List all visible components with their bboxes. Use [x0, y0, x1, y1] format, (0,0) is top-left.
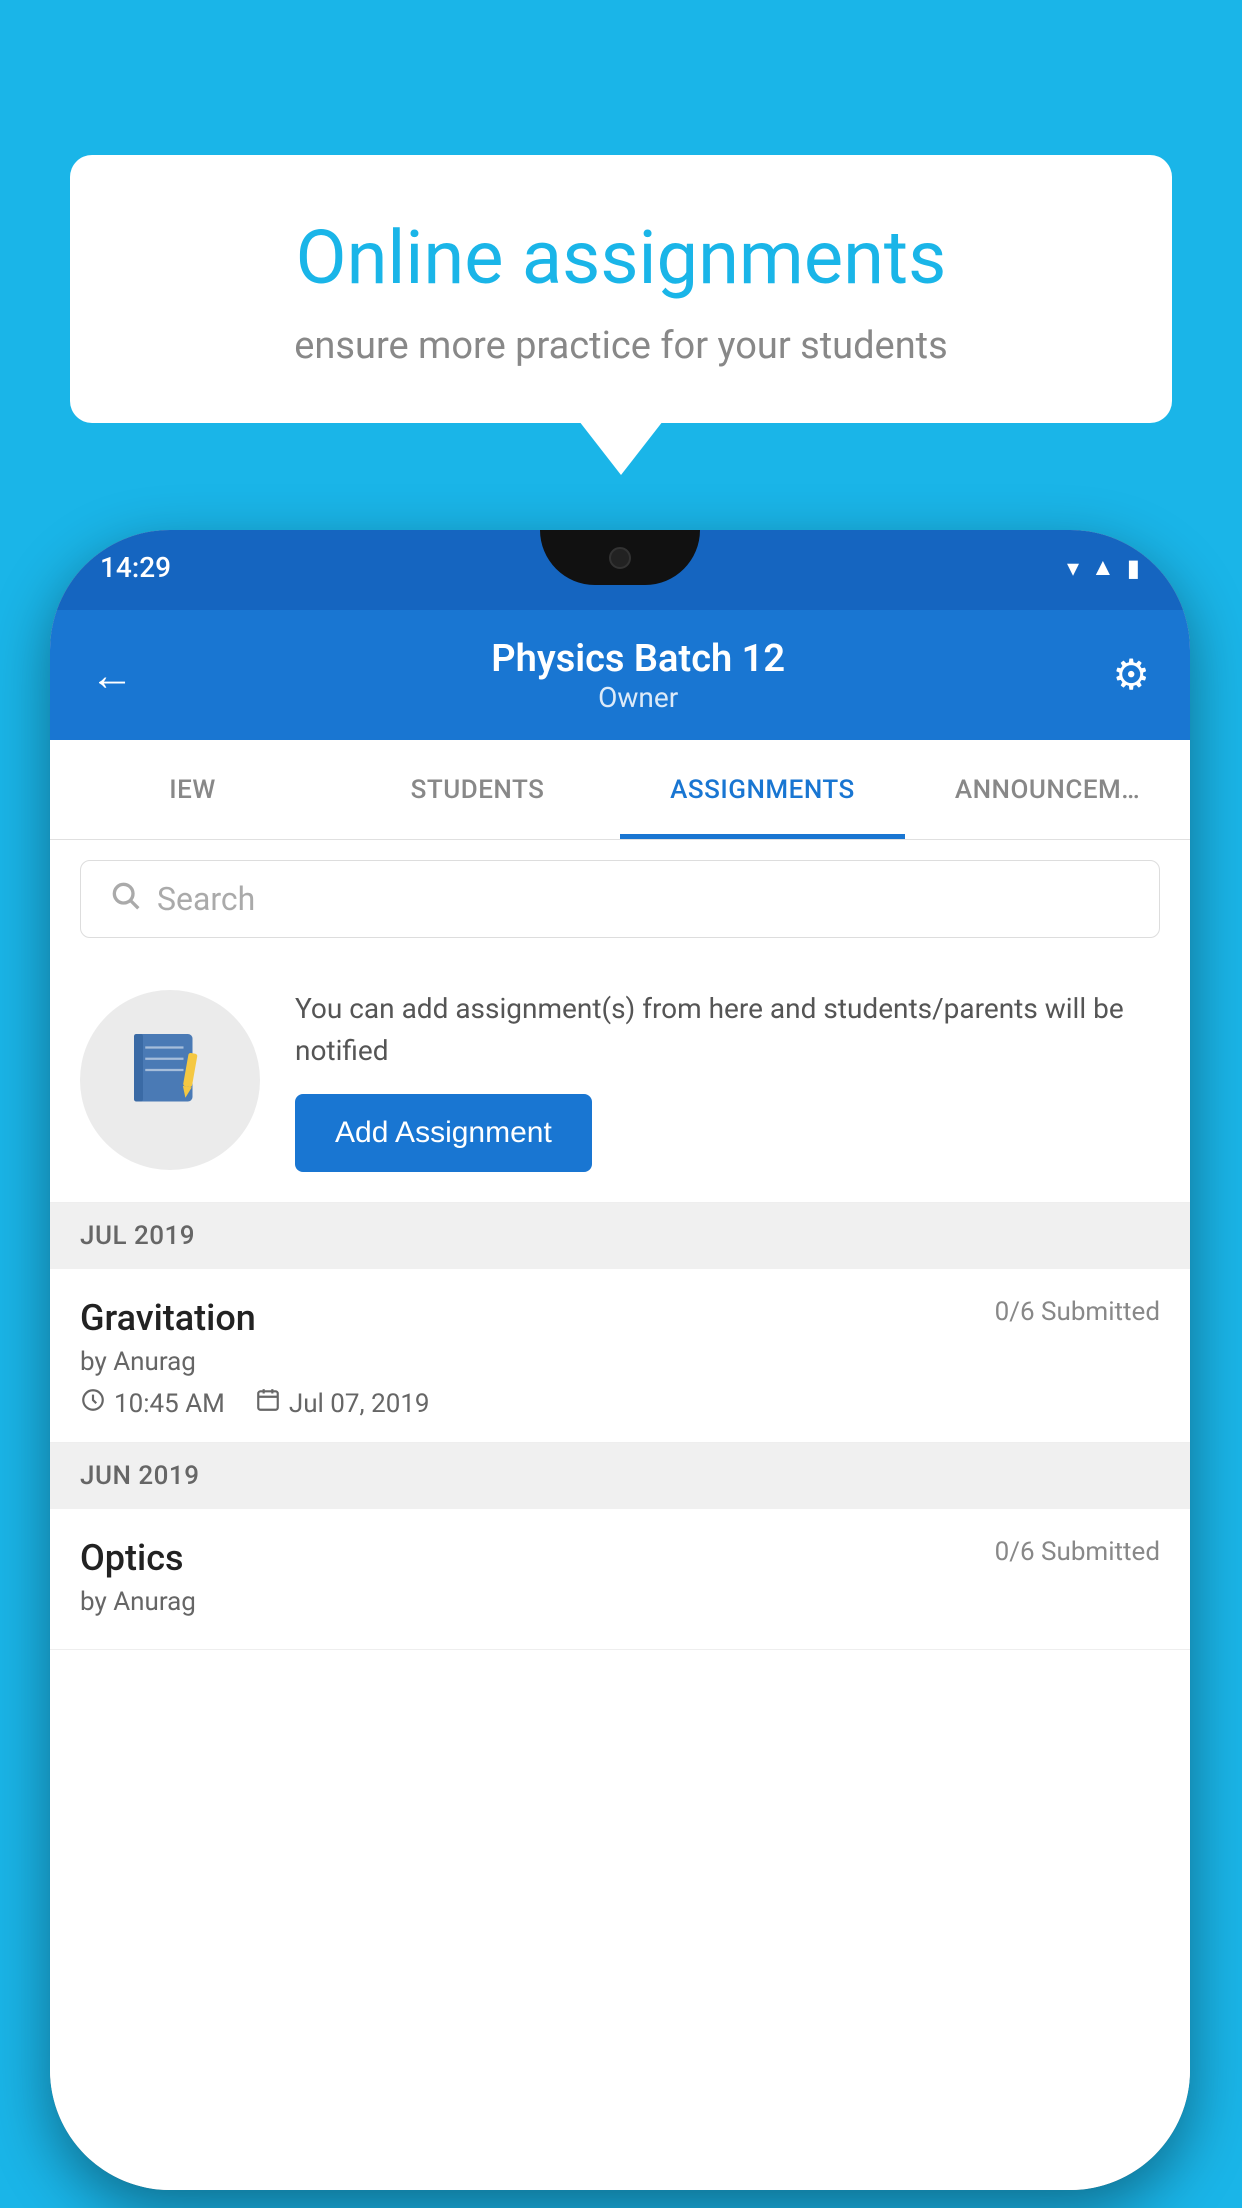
assignment-row1: Gravitation 0/6 Submitted [80, 1297, 1160, 1339]
assignment-name-gravitation: Gravitation [80, 1297, 256, 1339]
assignment-item-gravitation[interactable]: Gravitation 0/6 Submitted by Anurag 10:4… [50, 1269, 1190, 1443]
settings-button[interactable]: ⚙ [1112, 650, 1150, 700]
assignment-time-gravitation: 10:45 AM [80, 1387, 225, 1420]
assignment-date-value: Jul 07, 2019 [289, 1389, 430, 1419]
assignment-time-value: 10:45 AM [114, 1389, 225, 1419]
info-description: You can add assignment(s) from here and … [295, 988, 1160, 1072]
back-button[interactable]: ← [90, 649, 134, 701]
tab-announcements[interactable]: ANNOUNCEM… [905, 740, 1190, 839]
calendar-icon [255, 1387, 281, 1420]
search-placeholder: Search [157, 880, 255, 918]
app-bar-title: Physics Batch 12 [164, 637, 1112, 681]
status-bar-bg: 14:29 ▾ ▲ ▮ [50, 530, 1190, 610]
assignment-submitted-gravitation: 0/6 Submitted [995, 1297, 1160, 1327]
assignment-name-optics: Optics [80, 1537, 184, 1579]
battery-icon: ▮ [1127, 554, 1140, 582]
search-container: Search [50, 840, 1190, 958]
assignment-date-gravitation: Jul 07, 2019 [255, 1387, 430, 1420]
assignment-author-optics: by Anurag [80, 1587, 1160, 1617]
app-bar-title-section: Physics Batch 12 Owner [164, 637, 1112, 714]
assignment-item-optics[interactable]: Optics 0/6 Submitted by Anurag [50, 1509, 1190, 1650]
add-assignment-button[interactable]: Add Assignment [295, 1094, 592, 1172]
speech-bubble-subtitle: ensure more practice for your students [140, 324, 1102, 368]
assignment-author-gravitation: by Anurag [80, 1347, 1160, 1377]
info-icon-circle [80, 990, 260, 1170]
section-header-jun-2019: JUN 2019 [50, 1443, 1190, 1509]
assignment-row1-optics: Optics 0/6 Submitted [80, 1537, 1160, 1579]
tab-assignments[interactable]: ASSIGNMENTS [620, 740, 905, 839]
tabs-bar: IEW STUDENTS ASSIGNMENTS ANNOUNCEM… [50, 740, 1190, 840]
clock-icon [80, 1387, 106, 1420]
status-icons: ▾ ▲ ▮ [1067, 553, 1140, 582]
search-icon [109, 879, 141, 919]
section-header-jul-2019: JUL 2019 [50, 1203, 1190, 1269]
assignment-meta-gravitation: 10:45 AM Jul 07, 2019 [80, 1387, 1160, 1420]
phone-frame: 14:29 ▾ ▲ ▮ ← Physics Batch 12 Owner ⚙ [50, 530, 1190, 2190]
wifi-icon: ▾ [1067, 554, 1079, 582]
notebook-icon [125, 1025, 215, 1135]
info-text-section: You can add assignment(s) from here and … [295, 988, 1160, 1172]
app-bar: ← Physics Batch 12 Owner ⚙ [50, 610, 1190, 740]
speech-bubble-container: Online assignments ensure more practice … [70, 155, 1172, 423]
status-time: 14:29 [100, 551, 171, 584]
tab-iew[interactable]: IEW [50, 740, 335, 839]
signal-icon: ▲ [1091, 553, 1115, 582]
speech-bubble-arrow [579, 421, 663, 475]
assignment-submitted-optics: 0/6 Submitted [995, 1537, 1160, 1567]
info-card: You can add assignment(s) from here and … [50, 958, 1190, 1203]
speech-bubble-title: Online assignments [140, 215, 1102, 302]
phone-screen: 14:29 ▾ ▲ ▮ ← Physics Batch 12 Owner ⚙ [50, 530, 1190, 2190]
camera-dot [609, 547, 631, 569]
content-area: Search [50, 840, 1190, 2190]
search-bar[interactable]: Search [80, 860, 1160, 938]
tab-students[interactable]: STUDENTS [335, 740, 620, 839]
speech-bubble: Online assignments ensure more practice … [70, 155, 1172, 423]
app-bar-subtitle: Owner [164, 681, 1112, 714]
